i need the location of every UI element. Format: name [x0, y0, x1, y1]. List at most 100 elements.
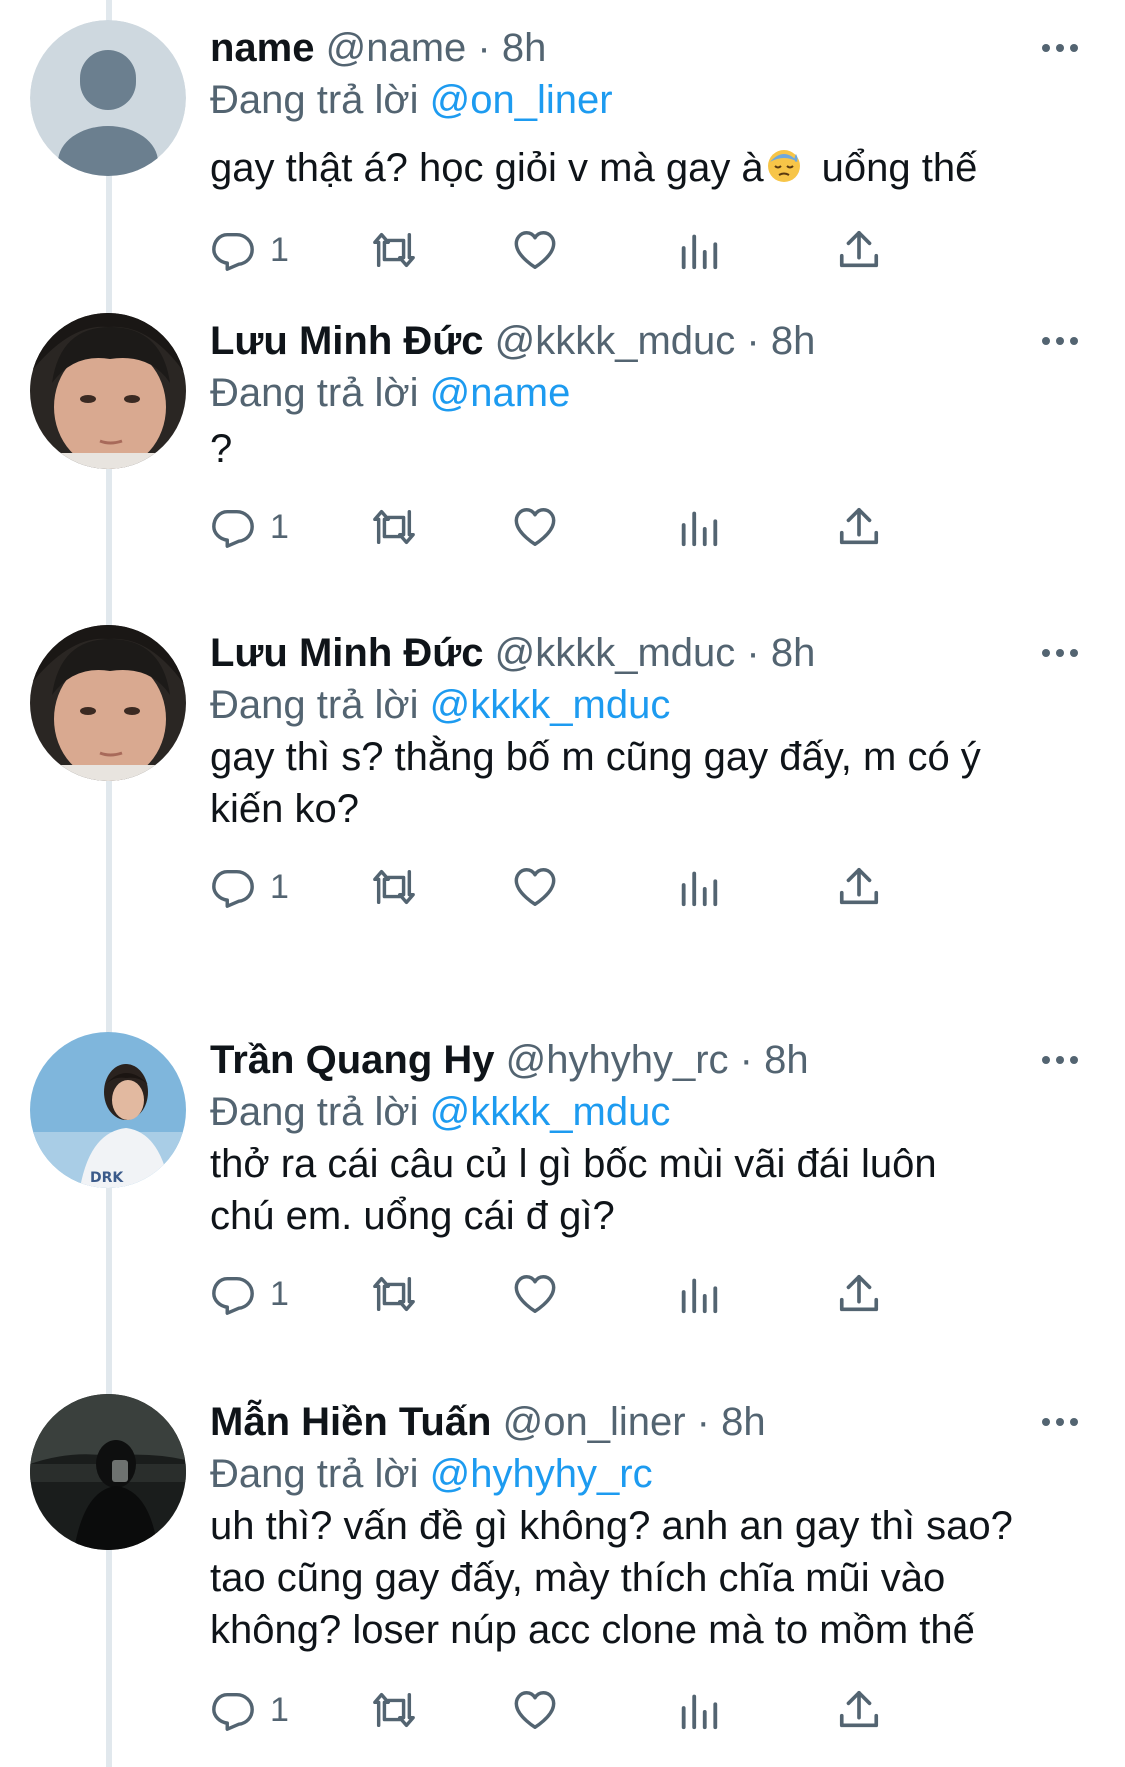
timestamp[interactable]: 8h — [771, 631, 816, 675]
analytics-icon — [681, 1694, 718, 1730]
more-options-button[interactable] — [1040, 331, 1080, 351]
heart-icon — [514, 1691, 556, 1729]
svg-text:DRK: DRK — [90, 1170, 124, 1186]
display-name[interactable]: Lưu Minh Đức — [210, 631, 483, 675]
avatar[interactable] — [30, 313, 186, 469]
analytics-icon — [681, 871, 718, 907]
reply-icon — [212, 1276, 254, 1315]
tweet-text: gay thật á? học giỏi v mà gay à uổng thế — [210, 142, 1090, 197]
replying-to-handle[interactable]: @kkkk_mduc — [430, 683, 671, 727]
share-button[interactable] — [836, 1264, 882, 1324]
tweet-header: Lưu Minh Đức @kkkk_mduc · 8h — [210, 313, 815, 369]
timestamp[interactable]: 8h — [721, 1400, 766, 1444]
user-handle[interactable]: @kkkk_mduc — [495, 631, 736, 675]
tweet-header: Trần Quang Hy @hyhyhy_rc · 8h — [210, 1032, 809, 1088]
avatar[interactable] — [30, 20, 186, 176]
photo-face-avatar-icon — [30, 313, 186, 469]
reply-count: 1 — [270, 507, 289, 546]
avatar[interactable] — [30, 1394, 186, 1550]
more-options-button[interactable] — [1040, 1412, 1080, 1432]
share-button[interactable] — [836, 1680, 882, 1740]
reply-button[interactable]: 1 — [210, 220, 289, 280]
share-button[interactable] — [836, 497, 882, 557]
action-bar: 1 — [210, 857, 1030, 917]
share-button[interactable] — [836, 220, 882, 280]
photo-face-avatar-icon — [30, 625, 186, 781]
like-button[interactable] — [512, 497, 558, 557]
views-button[interactable] — [676, 220, 722, 280]
tweet-header: Mẫn Hiền Tuấn @on_liner · 8h — [210, 1394, 766, 1450]
replying-to: Đang trả lời @kkkk_mduc — [210, 1084, 670, 1140]
downcast-sweat-emoji — [764, 144, 804, 197]
retweet-icon — [373, 1276, 415, 1312]
views-button[interactable] — [676, 857, 722, 917]
tweet-header: Lưu Minh Đức @kkkk_mduc · 8h — [210, 625, 815, 681]
like-button[interactable] — [512, 1264, 558, 1324]
replying-to-handle[interactable]: @name — [430, 371, 571, 415]
reply-button[interactable]: 1 — [210, 857, 289, 917]
analytics-icon — [681, 1278, 718, 1314]
like-button[interactable] — [512, 857, 558, 917]
retweet-button[interactable] — [368, 1680, 420, 1740]
replying-to: Đang trả lời @hyhyhy_rc — [210, 1446, 653, 1502]
user-handle[interactable]: @on_liner — [503, 1400, 686, 1444]
views-button[interactable] — [676, 497, 722, 557]
replying-to: Đang trả lời @on_liner — [210, 72, 613, 128]
replying-to: Đang trả lời @kkkk_mduc — [210, 677, 670, 733]
tweet-text-part: uổng thế — [821, 146, 978, 190]
avatar[interactable]: DRK — [30, 1032, 186, 1188]
retweet-icon — [373, 869, 415, 905]
replying-to-label: Đang trả lời — [210, 371, 419, 415]
replying-to-handle[interactable]: @on_liner — [430, 78, 613, 122]
timestamp[interactable]: 8h — [502, 26, 547, 70]
reply-button[interactable]: 1 — [210, 497, 289, 557]
display-name[interactable]: Lưu Minh Đức — [210, 319, 483, 363]
retweet-button[interactable] — [368, 1264, 420, 1324]
separator: · — [746, 631, 760, 675]
like-button[interactable] — [512, 220, 558, 280]
share-icon — [839, 507, 879, 545]
reply-count: 1 — [270, 1690, 289, 1729]
replying-to-label: Đang trả lời — [210, 78, 419, 122]
avatar[interactable] — [30, 625, 186, 781]
retweet-icon — [373, 1692, 415, 1728]
user-handle[interactable]: @hyhyhy_rc — [506, 1038, 729, 1082]
heart-icon — [514, 1275, 556, 1313]
timestamp[interactable]: 8h — [771, 319, 816, 363]
user-handle[interactable]: @kkkk_mduc — [495, 319, 736, 363]
more-options-button[interactable] — [1040, 38, 1080, 58]
reply-icon — [212, 869, 254, 908]
retweet-icon — [373, 232, 415, 268]
views-button[interactable] — [676, 1680, 722, 1740]
display-name[interactable]: Mẫn Hiền Tuấn — [210, 1400, 491, 1444]
display-name[interactable]: Trần Quang Hy — [210, 1038, 495, 1082]
more-options-button[interactable] — [1040, 1050, 1080, 1070]
share-icon — [839, 867, 879, 905]
like-button[interactable] — [512, 1680, 558, 1740]
replying-to: Đang trả lời @name — [210, 365, 570, 421]
separator: · — [477, 26, 491, 70]
tweet-text: gay thì s? thằng bố m cũng gay đấy, m có… — [210, 735, 981, 831]
reply-button[interactable]: 1 — [210, 1264, 289, 1324]
tweet-text: uh thì? vấn đề gì không? anh an gay thì … — [210, 1504, 1013, 1652]
retweet-button[interactable] — [368, 220, 420, 280]
default-avatar-icon — [30, 20, 186, 176]
separator: · — [746, 319, 760, 363]
action-bar: 1 — [210, 1680, 1030, 1740]
display-name[interactable]: name — [210, 26, 315, 70]
user-handle[interactable]: @name — [326, 26, 467, 70]
action-bar: 1 — [210, 1264, 1030, 1324]
heart-icon — [514, 868, 556, 906]
replying-to-label: Đang trả lời — [210, 1090, 419, 1134]
replying-to-handle[interactable]: @kkkk_mduc — [430, 1090, 671, 1134]
reply-button[interactable]: 1 — [210, 1680, 289, 1740]
replying-to-handle[interactable]: @hyhyhy_rc — [430, 1452, 653, 1496]
share-button[interactable] — [836, 857, 882, 917]
timestamp[interactable]: 8h — [764, 1038, 809, 1082]
retweet-button[interactable] — [368, 497, 420, 557]
replying-to-label: Đang trả lời — [210, 683, 419, 727]
retweet-button[interactable] — [368, 857, 420, 917]
views-button[interactable] — [676, 1264, 722, 1324]
more-options-button[interactable] — [1040, 643, 1080, 663]
retweet-icon — [373, 509, 415, 545]
